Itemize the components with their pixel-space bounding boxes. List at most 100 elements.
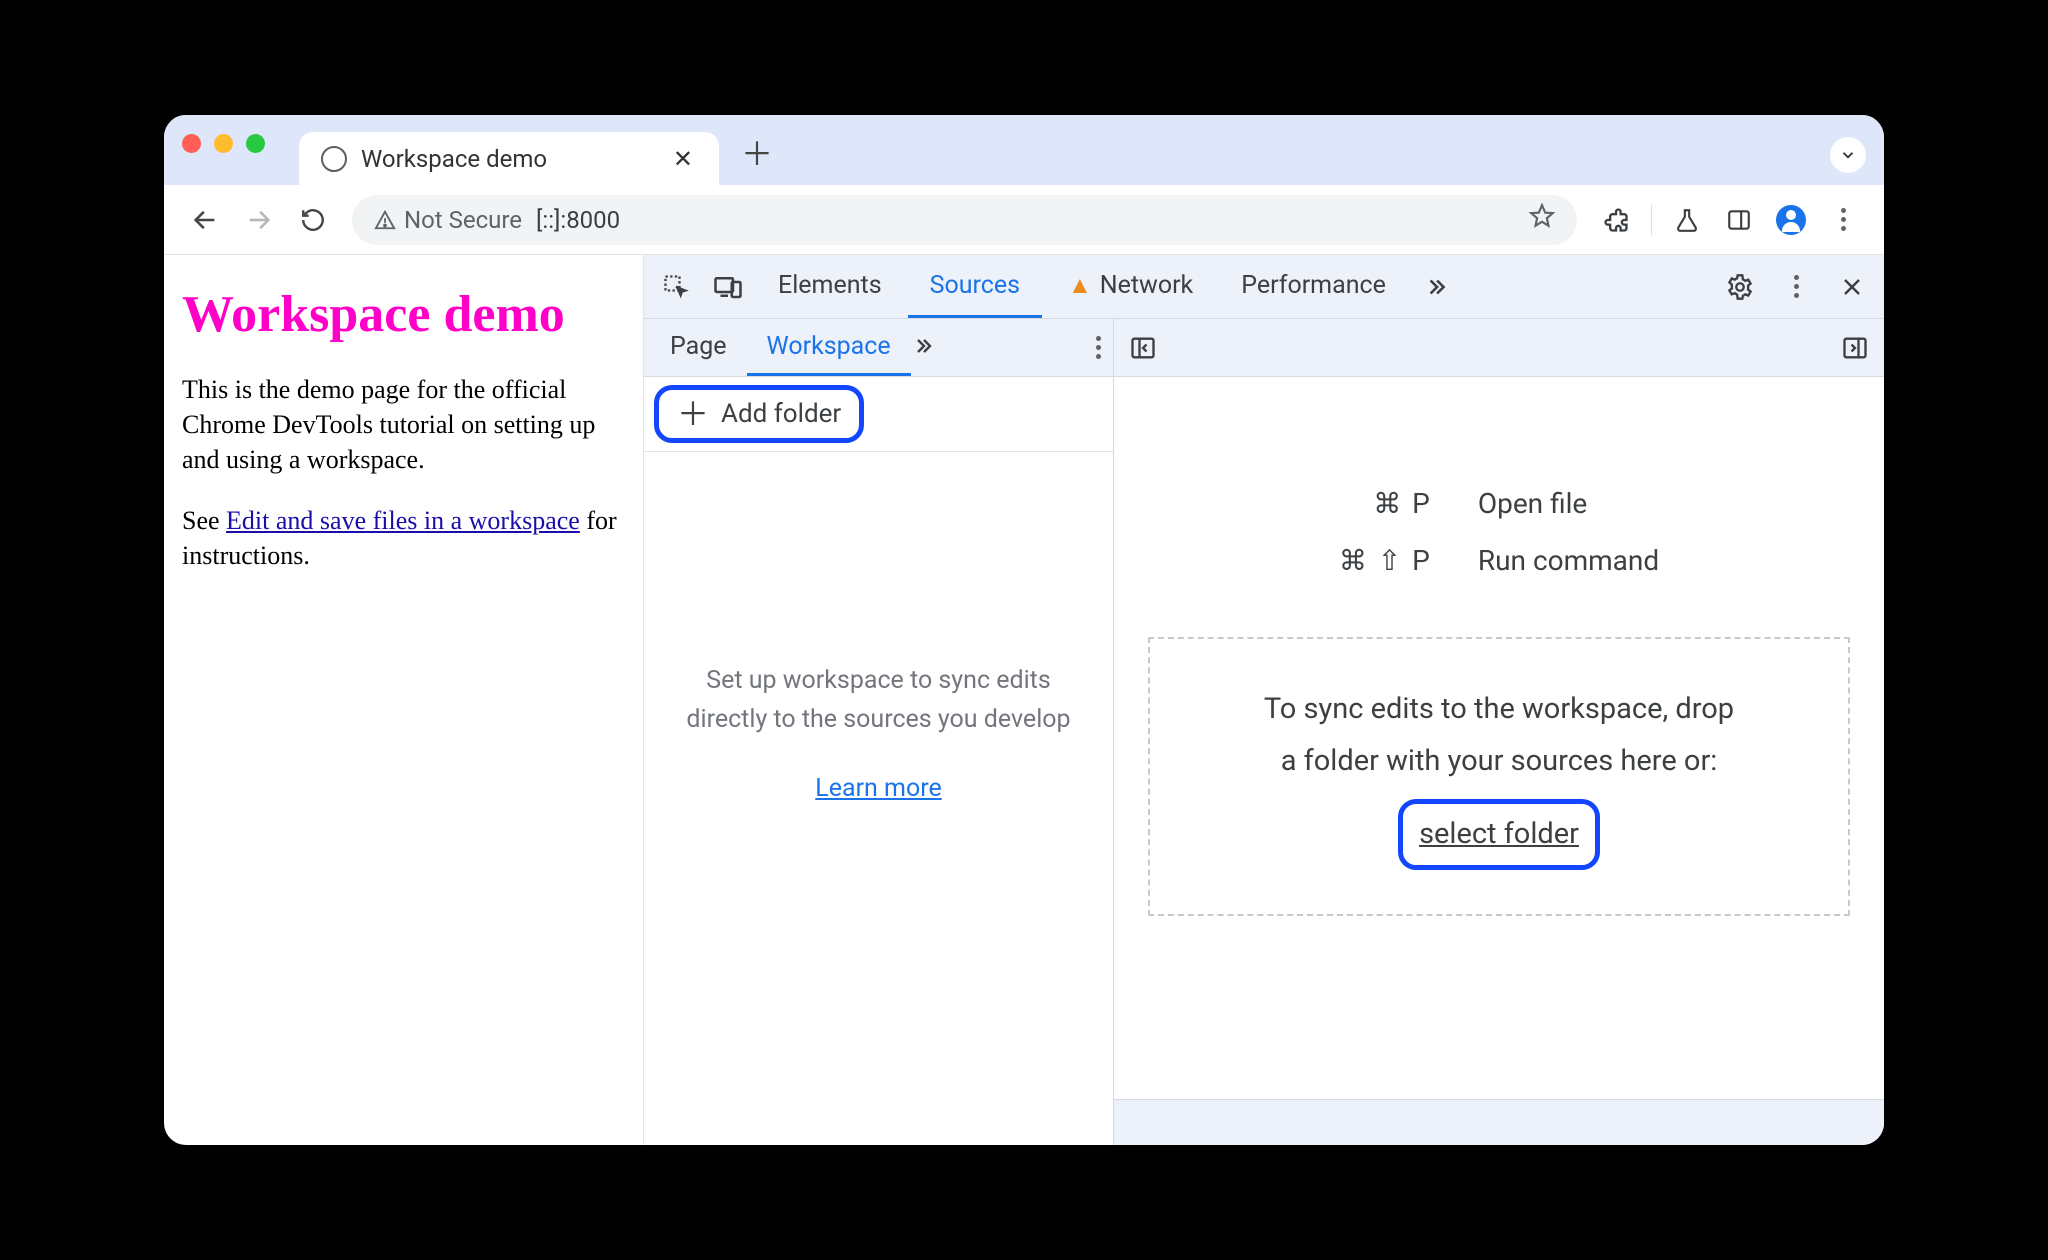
tab-sources[interactable]: Sources	[908, 255, 1042, 318]
close-icon	[1840, 275, 1864, 299]
workspace-docs-link[interactable]: Edit and save files in a workspace	[226, 506, 580, 535]
close-tab-button[interactable]: ✕	[669, 141, 697, 177]
tab-title: Workspace demo	[361, 145, 655, 173]
warning-icon: ▲	[1068, 271, 1092, 300]
side-panel-button[interactable]	[1716, 197, 1762, 243]
editor-footer	[1114, 1099, 1884, 1145]
avatar-icon	[1776, 205, 1806, 235]
collapse-debugger-button[interactable]	[1838, 331, 1872, 365]
tab-elements[interactable]: Elements	[756, 255, 904, 318]
devtools: Elements Sources ▲ Network Performance	[644, 255, 1884, 1145]
chevrons-right-icon	[1423, 274, 1449, 300]
sources-navigator: Page Workspace ＋	[644, 319, 1114, 1145]
close-window-button[interactable]	[182, 134, 201, 153]
editor-toolbar	[1114, 319, 1884, 377]
plus-icon: ＋	[677, 398, 709, 430]
browser-tab[interactable]: Workspace demo ✕	[299, 132, 719, 186]
gear-icon	[1726, 273, 1754, 301]
content-area: Workspace demo This is the demo page for…	[164, 255, 1884, 1145]
tabs-dropdown-button[interactable]	[1830, 137, 1866, 173]
navigator-tabs: Page Workspace	[644, 319, 1113, 377]
url-text: [::]:8000	[536, 206, 620, 234]
puzzle-icon	[1602, 206, 1630, 234]
subtab-page[interactable]: Page	[650, 319, 747, 376]
arrow-left-icon	[191, 206, 219, 234]
workspace-hint-text: Set up workspace to sync edits directly …	[686, 666, 1070, 734]
separator	[1651, 205, 1652, 235]
subtab-workspace-label: Workspace	[767, 332, 891, 361]
tab-sources-label: Sources	[930, 271, 1020, 300]
tab-performance-label: Performance	[1241, 271, 1386, 300]
bookmark-button[interactable]	[1529, 203, 1555, 236]
learn-more-link[interactable]: Learn more	[678, 770, 1079, 809]
open-file-shortcut: ⌘ P	[1339, 487, 1432, 520]
run-command-shortcut: ⌘ ⇧ P	[1339, 544, 1432, 577]
page-paragraph-2: See Edit and save files in a workspace f…	[182, 503, 625, 573]
inspect-element-button[interactable]	[652, 263, 700, 311]
kebab-icon	[1841, 208, 1846, 231]
kebab-icon	[1096, 336, 1101, 359]
reload-icon	[300, 207, 326, 233]
add-folder-label: Add folder	[721, 399, 841, 429]
devices-icon	[713, 272, 743, 302]
chrome-menu-button[interactable]	[1820, 197, 1866, 243]
kebab-icon	[1794, 275, 1799, 298]
sources-editor: ⌘ P Open file ⌘ ⇧ P Run command To sync …	[1114, 319, 1884, 1145]
security-status: Not Secure	[374, 206, 522, 234]
devtools-settings-button[interactable]	[1716, 263, 1764, 311]
titlebar: Workspace demo ✕ ＋	[164, 115, 1884, 185]
device-toolbar-button[interactable]	[704, 263, 752, 311]
workspace-dropzone[interactable]: To sync edits to the workspace, drop a f…	[1148, 637, 1850, 916]
subtab-page-label: Page	[670, 332, 727, 361]
add-folder-row: ＋ Add folder	[644, 377, 1113, 452]
maximize-window-button[interactable]	[246, 134, 265, 153]
page-heading: Workspace demo	[182, 285, 625, 344]
globe-icon	[321, 146, 347, 172]
omnibox[interactable]: Not Secure [::]:8000	[352, 195, 1577, 245]
arrow-right-icon	[245, 206, 273, 234]
dropzone-line1: To sync edits to the workspace, drop	[1180, 683, 1818, 735]
devtools-close-button[interactable]	[1828, 263, 1876, 311]
para2-pre: See	[182, 506, 226, 535]
panel-icon	[1726, 207, 1752, 233]
dropzone-line2: a folder with your sources here or:	[1180, 735, 1818, 787]
window-controls	[182, 115, 265, 185]
minimize-window-button[interactable]	[214, 134, 233, 153]
subtab-workspace[interactable]: Workspace	[747, 319, 911, 376]
add-folder-button[interactable]: ＋ Add folder	[654, 385, 864, 443]
devtools-menu-button[interactable]	[1772, 263, 1820, 311]
browser-window: Workspace demo ✕ ＋ Not Secure [::]:8000	[164, 115, 1884, 1145]
collapse-navigator-button[interactable]	[1126, 331, 1160, 365]
new-tab-button[interactable]: ＋	[719, 129, 795, 185]
rendered-page: Workspace demo This is the demo page for…	[164, 255, 644, 1145]
extensions-button[interactable]	[1593, 197, 1639, 243]
tab-performance[interactable]: Performance	[1219, 255, 1408, 318]
open-file-label: Open file	[1478, 487, 1659, 520]
navigator-menu-button[interactable]	[1096, 336, 1101, 359]
run-command-label: Run command	[1478, 544, 1659, 577]
chevrons-right-icon	[911, 334, 935, 358]
toolbar-actions	[1593, 197, 1866, 243]
profile-button[interactable]	[1768, 197, 1814, 243]
inspect-icon	[662, 273, 690, 301]
warning-triangle-icon	[374, 209, 396, 231]
panel-right-icon	[1841, 334, 1869, 362]
chevron-down-icon	[1839, 146, 1857, 164]
security-label: Not Secure	[404, 206, 522, 234]
forward-button[interactable]	[236, 197, 282, 243]
navigator-more-tabs-button[interactable]	[911, 334, 951, 362]
select-folder-button[interactable]: select folder	[1398, 799, 1600, 869]
panel-left-icon	[1129, 334, 1157, 362]
devtools-tabbar: Elements Sources ▲ Network Performance	[644, 255, 1884, 319]
labs-button[interactable]	[1664, 197, 1710, 243]
flask-icon	[1674, 207, 1700, 233]
tab-network-label: Network	[1100, 271, 1193, 300]
tab-elements-label: Elements	[778, 271, 882, 300]
star-icon	[1529, 203, 1555, 229]
page-paragraph-1: This is the demo page for the official C…	[182, 372, 625, 477]
back-button[interactable]	[182, 197, 228, 243]
reload-button[interactable]	[290, 197, 336, 243]
more-tabs-button[interactable]	[1412, 263, 1460, 311]
tab-network[interactable]: ▲ Network	[1046, 255, 1215, 318]
keyboard-hints: ⌘ P Open file ⌘ ⇧ P Run command	[1339, 487, 1659, 577]
